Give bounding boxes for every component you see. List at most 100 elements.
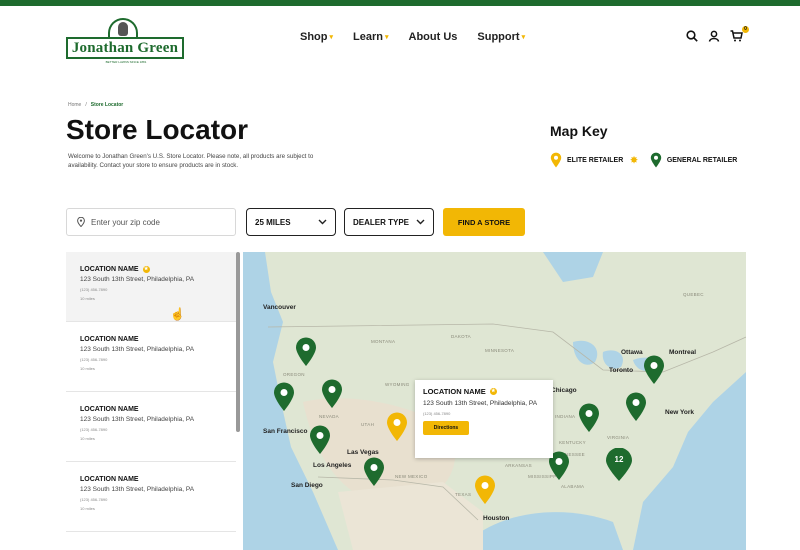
- page-intro: Welcome to Jonathan Green's U.S. Store L…: [68, 153, 314, 169]
- directions-button[interactable]: Directions: [423, 421, 469, 435]
- location-distance: 10 miles: [80, 506, 95, 511]
- chevron-down-icon: ▾: [521, 34, 526, 41]
- map-region-label: MONTANA: [371, 339, 396, 344]
- popup-location-name: LOCATION NAME: [423, 387, 486, 396]
- general-retailer-marker[interactable]: [321, 379, 343, 409]
- account-icon[interactable]: [708, 30, 720, 42]
- map-key-general: GENERAL RETAILER: [650, 152, 737, 168]
- dealer-type-select[interactable]: DEALER TYPE: [344, 208, 434, 236]
- location-pin-icon: [77, 217, 85, 227]
- pointer-cursor-icon: ☝: [170, 307, 185, 321]
- map-city-label: Los Angeles: [313, 462, 352, 469]
- location-distance: 10 miles: [80, 296, 95, 301]
- marker-cluster[interactable]: 12: [605, 448, 633, 482]
- elite-star-icon: ★: [489, 388, 497, 395]
- location-phone[interactable]: (123) 456-7890: [80, 427, 236, 432]
- map-key-elite-label: ELITE RETAILER: [567, 156, 624, 164]
- map-region-label: NEW MEXICO: [395, 474, 428, 479]
- elite-pin-icon: [550, 152, 562, 168]
- chevron-down-icon: ▾: [329, 34, 334, 41]
- map-region-label: WYOMING: [385, 382, 410, 387]
- zip-code-placeholder: Enter your zip code: [91, 217, 160, 227]
- map-region-label: ALABAMA: [561, 484, 585, 489]
- location-list-scrollbar[interactable]: [236, 252, 240, 432]
- location-address: 123 South 13th Street, Philadelphia, PA: [80, 346, 195, 353]
- chevron-down-icon: [318, 219, 327, 225]
- nav-item-label: Learn: [353, 31, 383, 43]
- popup-phone[interactable]: (123) 456-7890: [423, 411, 545, 416]
- elite-star-icon: ★: [142, 266, 150, 273]
- general-retailer-marker[interactable]: [363, 457, 385, 487]
- map-region-label: OREGON: [283, 372, 305, 377]
- general-retailer-marker[interactable]: [643, 355, 665, 385]
- map-region-label: QUEBEC: [683, 292, 704, 297]
- map-region-label: INDIANA: [555, 414, 576, 419]
- search-icon[interactable]: [686, 30, 698, 42]
- location-address: 123 South 13th Street, Philadelphia, PA: [80, 416, 195, 423]
- page-title: Store Locator: [66, 114, 249, 145]
- map-city-label: Montreal: [669, 349, 697, 356]
- cart-icon[interactable]: 0: [730, 26, 749, 42]
- star-icon: ✸: [630, 154, 638, 165]
- cluster-count: 12: [614, 455, 624, 464]
- general-retailer-marker[interactable]: [295, 337, 317, 367]
- dealer-type-select-value: DEALER TYPE: [353, 217, 410, 227]
- location-phone[interactable]: (123) 456-7890: [80, 357, 236, 362]
- map-key-title: Map Key: [550, 123, 608, 139]
- map-region-label: DAKOTA: [451, 334, 471, 339]
- location-list: LOCATION NAME ★ 123 South 13th Street, P…: [66, 252, 236, 550]
- list-item[interactable]: LOCATION NAME 123 South 13th Street, Phi…: [66, 322, 236, 392]
- list-item[interactable]: LOCATION NAME ★ 123 South 13th Street, P…: [66, 252, 236, 322]
- elite-retailer-marker[interactable]: [386, 412, 408, 442]
- header-actions: 0: [686, 26, 749, 42]
- location-name: LOCATION NAME: [80, 406, 139, 413]
- brand-logo[interactable]: Jonathan Green BETTER LAWNS SINCE 1881: [66, 18, 184, 64]
- general-retailer-marker[interactable]: [578, 403, 600, 433]
- location-name: LOCATION NAME: [80, 476, 139, 483]
- map-region-label: MINNESOTA: [485, 348, 515, 353]
- nav-item-support[interactable]: Support ▾: [477, 31, 525, 43]
- nav-item-about-us[interactable]: About Us: [409, 31, 458, 43]
- nav-item-learn[interactable]: Learn ▾: [353, 31, 388, 43]
- logo-wordmark-box: Jonathan Green: [66, 37, 184, 59]
- breadcrumb-home[interactable]: Home: [68, 102, 81, 108]
- location-address: 123 South 13th Street, Philadelphia, PA: [80, 486, 195, 493]
- list-item[interactable]: LOCATION NAME 123 South 13th Street, Phi…: [66, 392, 236, 462]
- map-region-label: ARKANSAS: [505, 463, 532, 468]
- radius-select-value: 25 MILES: [255, 217, 291, 227]
- location-phone[interactable]: (123) 456-7890: [80, 287, 236, 292]
- nav-item-shop[interactable]: Shop ▾: [300, 31, 333, 43]
- map-city-label: New York: [665, 409, 695, 416]
- general-retailer-marker[interactable]: [273, 382, 295, 412]
- breadcrumb: Home / Store Locator: [68, 102, 123, 108]
- map-region-label: TEXAS: [455, 492, 472, 497]
- popup-name-row: LOCATION NAME ★: [423, 387, 545, 396]
- chevron-down-icon: ▾: [384, 34, 389, 41]
- list-item[interactable]: LOCATION NAME 123 South 13th Street, Phi…: [66, 462, 236, 532]
- find-store-button[interactable]: FIND A STORE: [443, 208, 525, 236]
- nav-item-label: Support: [477, 31, 520, 43]
- map-region-label: UTAH: [361, 422, 375, 427]
- location-name: LOCATION NAME: [80, 336, 139, 343]
- location-name-row: LOCATION NAME ★: [80, 266, 236, 273]
- cart-count-badge: 0: [742, 26, 749, 33]
- chevron-down-icon: [416, 219, 425, 225]
- elite-retailer-marker[interactable]: [474, 475, 496, 505]
- logo-portrait-icon: [118, 22, 128, 36]
- general-retailer-marker[interactable]: [625, 392, 647, 422]
- map-location-popup: LOCATION NAME ★ 123 South 13th Street, P…: [415, 380, 553, 458]
- map-key: ELITE RETAILER ✸ GENERAL RETAILER: [550, 152, 737, 168]
- logo-wordmark: Jonathan Green: [71, 39, 179, 56]
- map-region-label: VIRGINIA: [607, 435, 630, 440]
- radius-select[interactable]: 25 MILES: [246, 208, 336, 236]
- general-retailer-marker[interactable]: [309, 425, 331, 455]
- map-key-elite: ELITE RETAILER ✸: [550, 152, 638, 168]
- map-city-label: San Francisco: [263, 428, 308, 435]
- nav-item-label: Shop: [300, 31, 328, 43]
- main-nav: Shop ▾ Learn ▾ About Us Support ▾: [300, 31, 525, 43]
- breadcrumb-current: Store Locator: [90, 102, 124, 108]
- nav-item-label: About Us: [408, 31, 458, 43]
- location-phone[interactable]: (123) 456-7890: [80, 497, 236, 502]
- logo-tagline: BETTER LAWNS SINCE 1881: [105, 60, 147, 64]
- zip-code-field[interactable]: Enter your zip code: [66, 208, 236, 236]
